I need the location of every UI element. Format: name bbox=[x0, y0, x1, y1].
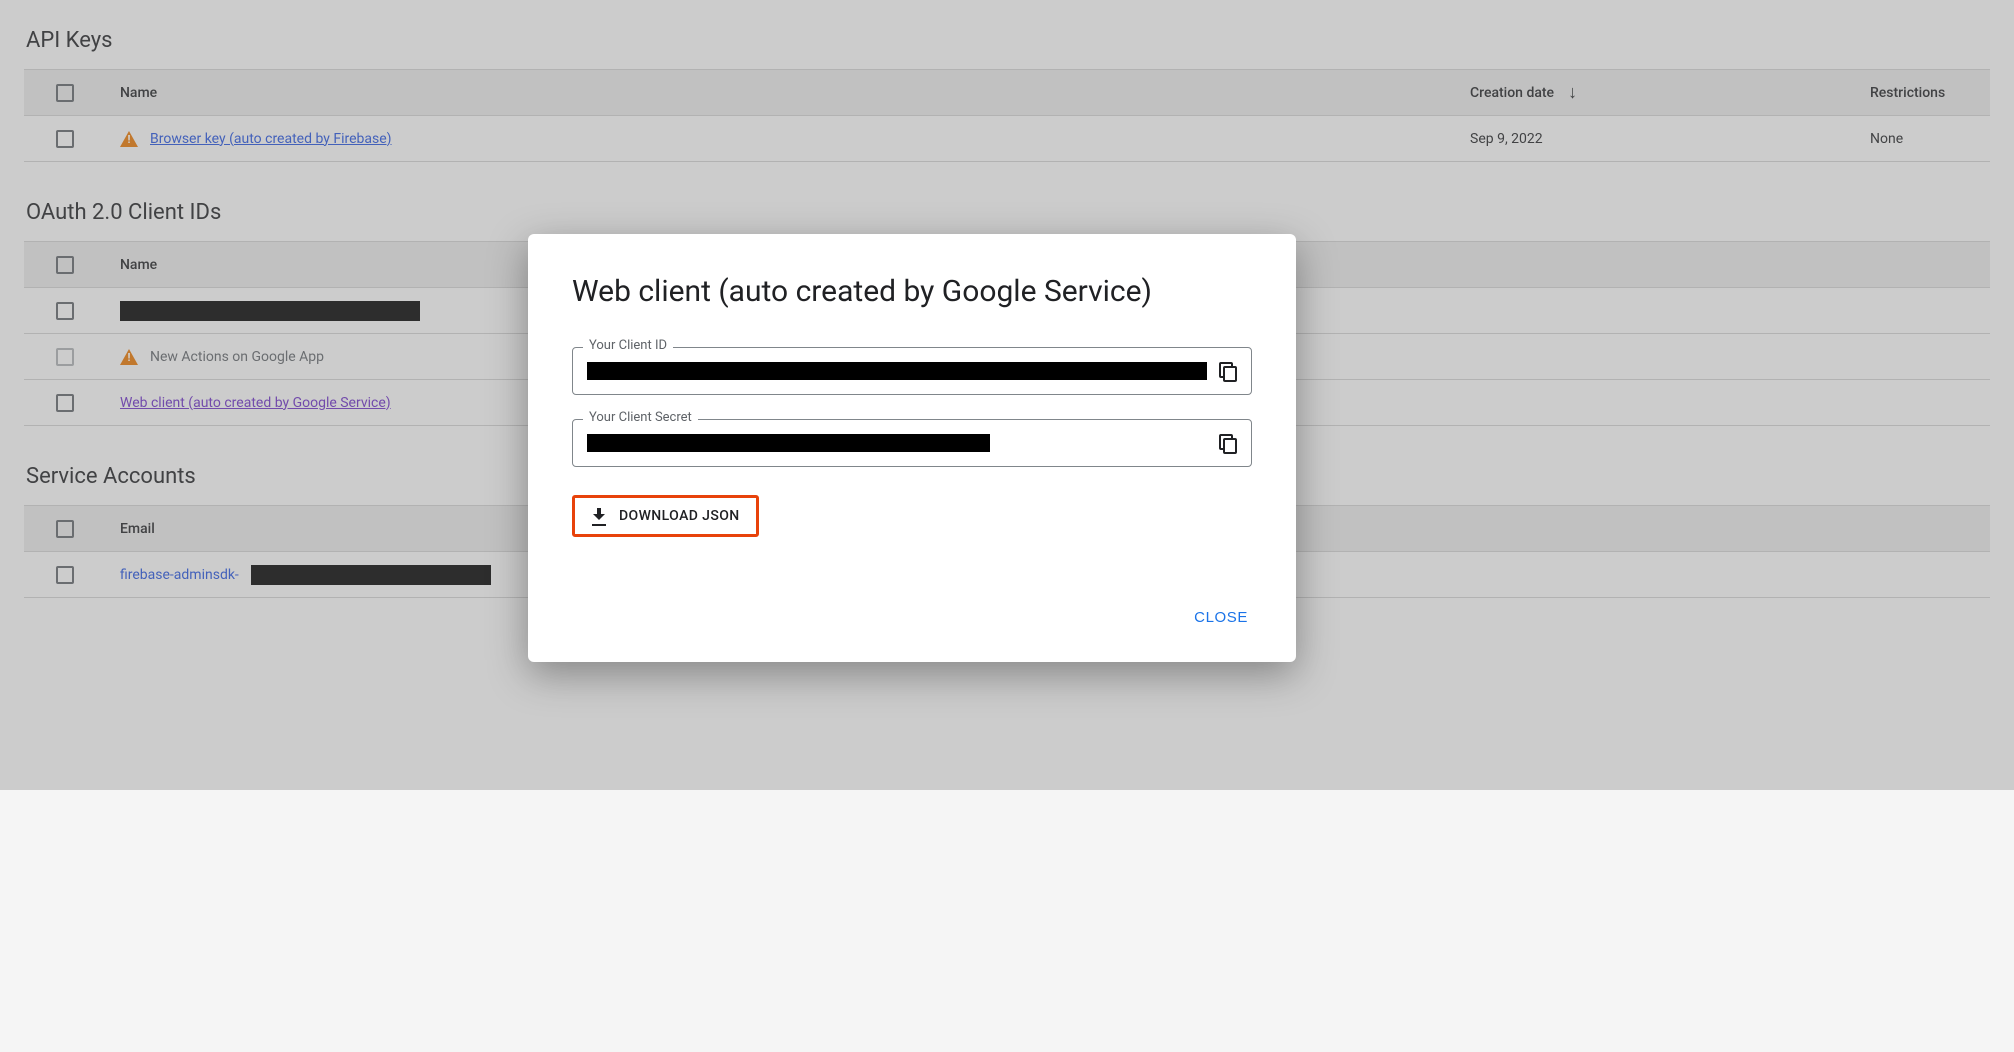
download-json-button[interactable]: DOWNLOAD JSON bbox=[572, 495, 759, 537]
download-icon bbox=[591, 508, 607, 524]
client-id-field: Your Client ID bbox=[572, 347, 1252, 395]
copy-icon[interactable] bbox=[1219, 362, 1237, 380]
oauth-client-dialog: Web client (auto created by Google Servi… bbox=[528, 234, 1296, 662]
client-secret-field: Your Client Secret bbox=[572, 419, 1252, 467]
copy-icon[interactable] bbox=[1219, 434, 1237, 452]
dialog-title: Web client (auto created by Google Servi… bbox=[572, 274, 1252, 309]
client-secret-label: Your Client Secret bbox=[583, 410, 698, 425]
client-secret-value-redacted bbox=[587, 434, 990, 452]
close-button[interactable]: CLOSE bbox=[1190, 601, 1252, 634]
client-id-value-redacted bbox=[587, 362, 1207, 380]
client-id-label: Your Client ID bbox=[583, 338, 673, 353]
